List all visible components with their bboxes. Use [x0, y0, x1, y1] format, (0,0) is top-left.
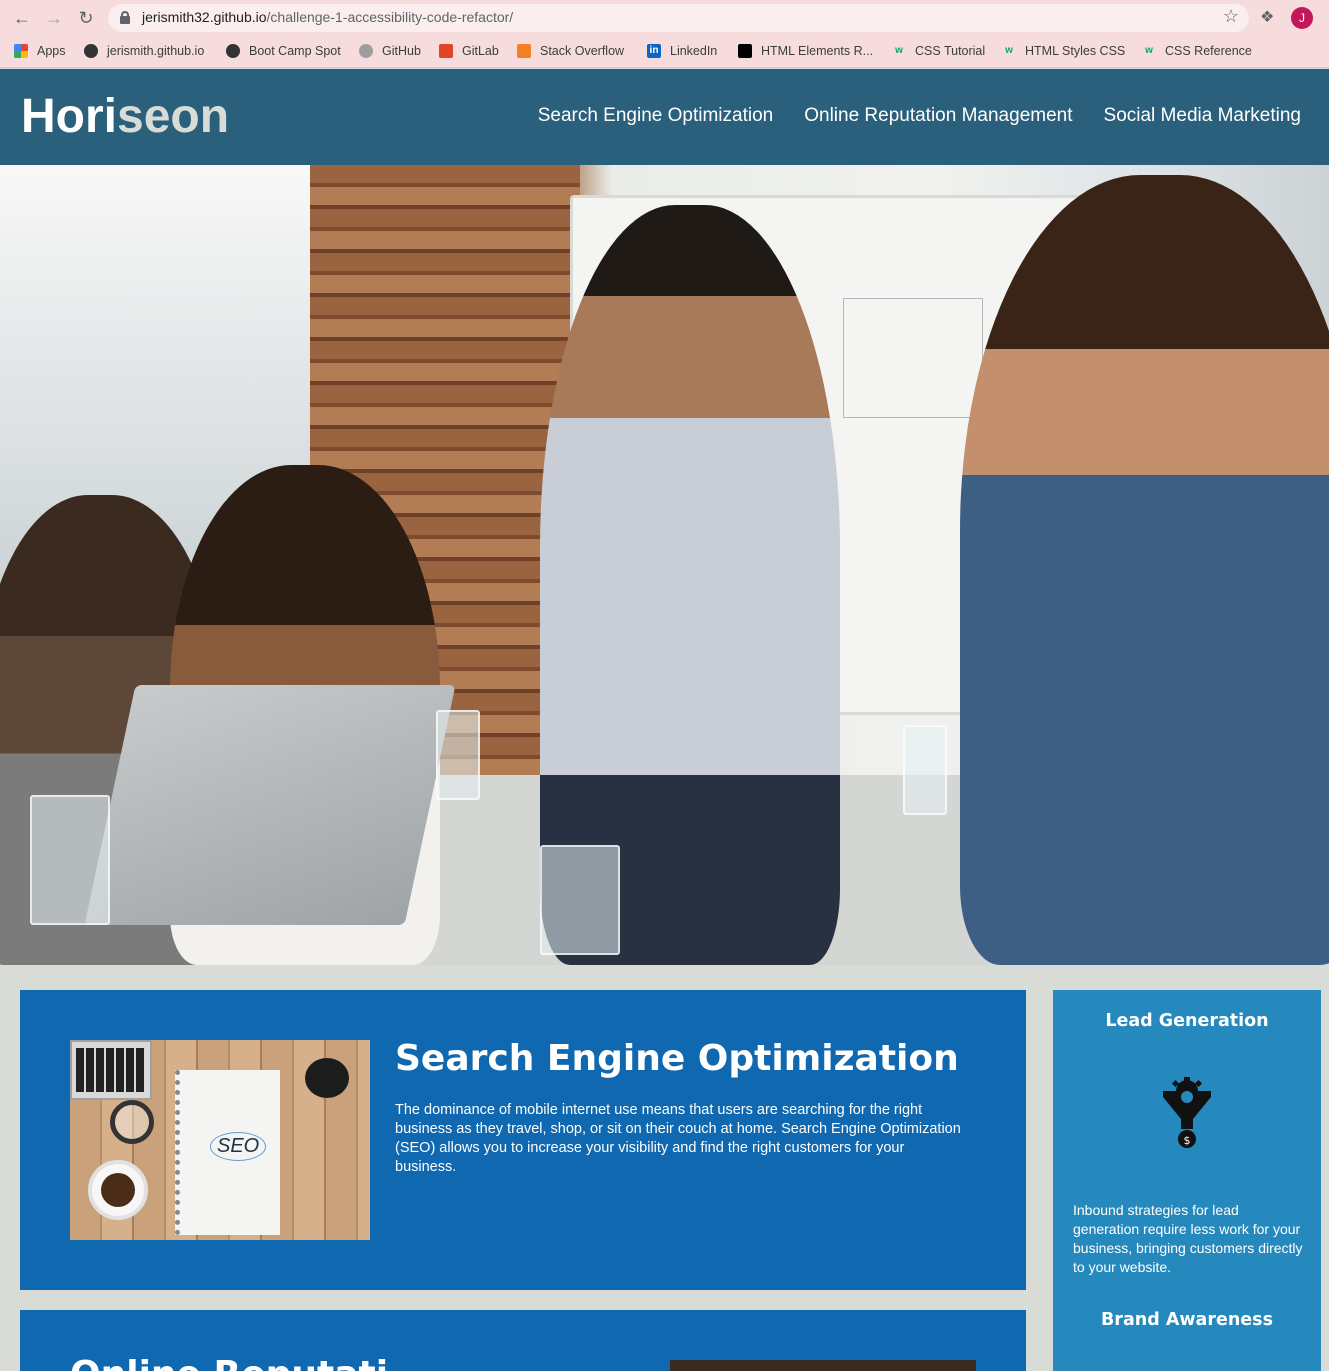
hero-image [0, 165, 1329, 965]
linkedin-icon: in [647, 44, 661, 58]
main-nav: Search Engine Optimization Online Reputa… [538, 102, 1301, 130]
bookmark-linkedin[interactable]: in LinkedIn [647, 42, 717, 60]
hero-glass [540, 845, 620, 955]
globe-icon [226, 44, 240, 58]
w3schools-icon: w [895, 45, 903, 56]
seo-section: SEO Search Engine Optimization The domin… [20, 990, 1026, 1290]
benefits-aside: Lead Generation $ Inbound strategies for… [1053, 990, 1321, 1371]
nav-link-orm[interactable]: Online Reputation Management [804, 102, 1072, 130]
w3schools-icon: w [1145, 45, 1153, 56]
bookmark-css-reference[interactable]: w CSS Reference [1142, 42, 1252, 60]
lock-icon [120, 11, 130, 24]
gitlab-icon [439, 44, 453, 58]
github-icon [359, 44, 373, 58]
bookmark-html-elements[interactable]: HTML Elements R... [738, 42, 873, 60]
hero-person-denim [960, 175, 1329, 965]
w3schools-icon: w [1005, 45, 1013, 56]
orm-image [670, 1360, 976, 1371]
bookmark-jerismith[interactable]: jerismith.github.io [84, 42, 204, 60]
bookmark-bootcampspot[interactable]: Boot Camp Spot [226, 42, 341, 60]
extensions-puzzle-icon[interactable]: ❖ [1260, 7, 1274, 27]
site-header: Horiseon Search Engine Optimization Onli… [0, 69, 1329, 165]
bookmark-gitlab[interactable]: GitLab [439, 42, 499, 60]
browser-toolbar: ← → ↻ jerismith32.github.io/challenge-1-… [0, 0, 1329, 36]
bookmark-star-icon[interactable]: ☆ [1223, 6, 1239, 27]
nav-link-seo[interactable]: Search Engine Optimization [538, 102, 774, 130]
globe-icon [84, 44, 98, 58]
bookmarks-bar: Apps jerismith.github.io Boot Camp Spot … [0, 36, 1329, 68]
hero-glass [30, 795, 110, 925]
bookmark-apps[interactable]: Apps [14, 42, 66, 60]
svg-text:$: $ [1184, 1134, 1191, 1147]
seo-title: Search Engine Optimization [395, 1038, 959, 1079]
forward-arrow-icon[interactable]: → [42, 6, 66, 30]
lead-generation-title: Lead Generation [1105, 1011, 1269, 1031]
back-arrow-icon[interactable]: ← [10, 6, 34, 30]
address-bar[interactable]: jerismith32.github.io/challenge-1-access… [108, 4, 1249, 32]
orm-title: Online Reputati [70, 1354, 388, 1371]
bookmark-css-tutorial[interactable]: w CSS Tutorial [892, 42, 985, 60]
mdn-icon [738, 44, 752, 58]
nav-link-smm[interactable]: Social Media Marketing [1104, 102, 1301, 130]
hero-glass [903, 725, 947, 815]
url-text[interactable]: jerismith32.github.io/challenge-1-access… [142, 9, 513, 25]
bookmark-html-styles[interactable]: w HTML Styles CSS [1002, 42, 1125, 60]
profile-avatar[interactable]: J [1291, 7, 1313, 29]
seo-text: The dominance of mobile internet use mea… [395, 1102, 961, 1175]
orm-section: Online Reputati [20, 1310, 1026, 1371]
apps-grid-icon [14, 44, 28, 58]
stackoverflow-icon [517, 44, 531, 58]
brand-awareness-title: Brand Awareness [1100, 1310, 1274, 1330]
bookmark-stackoverflow[interactable]: Stack Overflow [517, 42, 624, 60]
lead-generation-text: Inbound strategies for lead generation r… [1073, 1202, 1303, 1275]
lead-generation-funnel-icon: $ [1163, 1077, 1211, 1148]
hero-glass [436, 710, 480, 800]
reload-icon[interactable]: ↻ [74, 6, 98, 30]
seo-image: SEO [70, 1040, 370, 1240]
site-logo: Horiseon [21, 90, 230, 143]
bookmark-github[interactable]: GitHub [359, 42, 421, 60]
hero-laptop [84, 685, 456, 925]
